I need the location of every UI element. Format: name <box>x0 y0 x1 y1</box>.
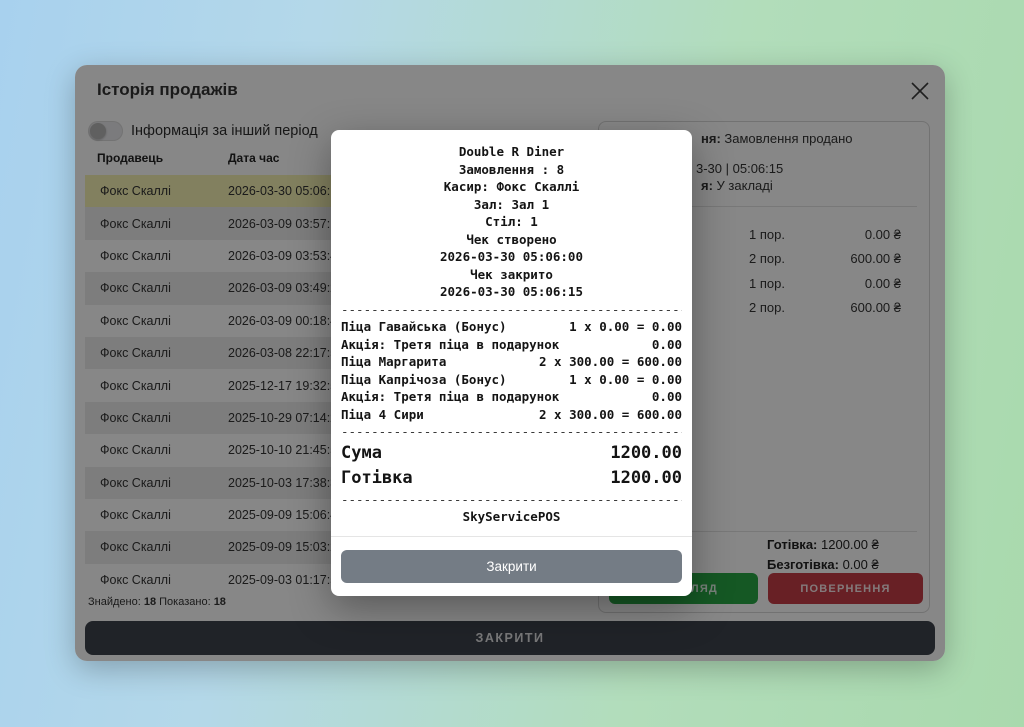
receipt-separator: ----------------------------------------… <box>341 491 682 509</box>
receipt-header-line: Double R Diner <box>341 143 682 161</box>
receipt-separator: ----------------------------------------… <box>341 423 682 441</box>
row-seller: Фокс Скаллі <box>85 508 228 522</box>
other-period-toggle-label: Інформація за інший період <box>131 123 318 139</box>
receipt-item-line: Піца Гавайська (Бонус) 1 x 0.00 = 0.00 <box>341 318 682 336</box>
row-datetime: 2026-03-08 22:17:51 <box>228 346 344 360</box>
row-seller: Фокс Скаллі <box>85 443 228 457</box>
row-datetime: 2026-03-09 03:57:17 <box>228 217 344 231</box>
row-seller: Фокс Скаллі <box>85 346 228 360</box>
row-seller: Фокс Скаллі <box>85 217 228 231</box>
receipt-item-amount: 0.00 <box>652 336 682 354</box>
receipt-header-line: 2026-03-30 05:06:00 <box>341 248 682 266</box>
row-seller: Фокс Скаллі <box>85 184 228 198</box>
item-price: 0.00 ₴ <box>865 276 929 291</box>
row-seller: Фокс Скаллі <box>85 411 228 425</box>
order-status-line: ня: Замовлення продано <box>701 131 853 146</box>
modal-close-button[interactable]: Закрити <box>341 550 682 583</box>
receipt-item-line: Акція: Третя піца в подарунок 0.00 <box>341 336 682 354</box>
row-seller: Фокс Скаллі <box>85 573 228 587</box>
other-period-toggle[interactable] <box>88 121 123 141</box>
row-datetime: 2025-12-17 19:32:53 <box>228 379 344 393</box>
receipt-item-amount: 1 x 0.00 = 0.00 <box>569 318 682 336</box>
row-datetime: 2026-03-09 00:18:44 <box>228 314 344 328</box>
receipt-item-amount: 2 x 300.00 = 600.00 <box>539 353 682 371</box>
dialog-close-label: ЗАКРИТИ <box>476 631 545 645</box>
receipt-header-line: 2026-03-30 05:06:15 <box>341 283 682 301</box>
receipt-brand: SkyServicePOS <box>341 508 682 526</box>
row-datetime: 2026-03-09 03:49:22 <box>228 281 344 295</box>
cash-total: Готівка: 1200.00 ₴ <box>767 537 879 552</box>
row-datetime: 2025-09-09 15:06:45 <box>228 508 344 522</box>
receipt-item-name: Піца Гавайська (Бонус) <box>341 318 507 336</box>
receipt-item-name: Піца Капрічоза (Бонус) <box>341 371 507 389</box>
dialog-close-button[interactable]: ЗАКРИТИ <box>85 621 935 655</box>
receipt-total-label: Сума <box>341 441 382 466</box>
receipt-item-name: Акція: Третя піца в подарунок <box>341 388 559 406</box>
receipt-item-line: Піца Капрічоза (Бонус) 1 x 0.00 = 0.00 <box>341 371 682 389</box>
receipt-item-name: Піца Маргарита <box>341 353 446 371</box>
toggle-knob <box>90 123 106 139</box>
shown-count: 18 <box>214 596 226 608</box>
receipt-item-name: Акція: Третя піца в подарунок <box>341 336 559 354</box>
row-datetime: 2025-10-03 17:38:34 <box>228 476 344 490</box>
receipt-header: Double R DinerЗамовлення : 8Касир: Фокс … <box>341 143 682 301</box>
item-quantity: 1 пор. <box>749 276 785 291</box>
receipt-item-amount: 2 x 300.00 = 600.00 <box>539 406 682 424</box>
receipt-total-value: 1200.00 <box>610 466 682 491</box>
row-seller: Фокс Скаллі <box>85 249 228 263</box>
item-quantity: 2 пор. <box>749 251 785 266</box>
receipt-items: Піца Гавайська (Бонус) 1 x 0.00 = 0.00 А… <box>341 318 682 423</box>
row-datetime: 2025-10-10 21:45:52 <box>228 443 344 457</box>
receipt-item-name: Піца 4 Сири <box>341 406 424 424</box>
receipt-header-line: Касир: Фокс Скаллі <box>341 178 682 196</box>
order-datetime-line: 3-30 | 05:06:15 <box>696 161 783 176</box>
column-header-datetime: Дата час <box>228 151 279 165</box>
receipt-total-line: Сума 1200.00 <box>341 441 682 466</box>
row-datetime: 2025-09-03 01:17:58 <box>228 573 344 587</box>
receipt-item-line: Акція: Третя піца в подарунок 0.00 <box>341 388 682 406</box>
receipt-header-line: Чек закрито <box>341 266 682 284</box>
page-title: Історія продажів <box>97 80 238 100</box>
receipt-totals: Сума 1200.00 Готівка 1200.00 <box>341 441 682 491</box>
row-seller: Фокс Скаллі <box>85 281 228 295</box>
receipt-item-line: Піца Маргарита 2 x 300.00 = 600.00 <box>341 353 682 371</box>
receipt-header-line: Замовлення : 8 <box>341 161 682 179</box>
receipt-item-line: Піца 4 Сири 2 x 300.00 = 600.00 <box>341 406 682 424</box>
row-datetime: 2025-09-09 15:03:25 <box>228 540 344 554</box>
row-datetime: 2026-03-30 05:06:15 <box>228 184 344 198</box>
receipt-modal: Double R DinerЗамовлення : 8Касир: Фокс … <box>331 130 692 596</box>
receipt-header-line: Стіл: 1 <box>341 213 682 231</box>
receipt-header-line: Чек створено <box>341 231 682 249</box>
item-quantity: 1 пор. <box>749 227 785 242</box>
item-price: 600.00 ₴ <box>850 300 929 315</box>
found-count: 18 <box>144 596 156 608</box>
results-summary: Знайдено: 18 Показано: 18 <box>88 596 226 608</box>
row-seller: Фокс Скаллі <box>85 379 228 393</box>
close-icon[interactable] <box>908 79 932 103</box>
other-period-toggle-row: Інформація за інший період <box>88 121 318 141</box>
receipt-item-amount: 1 x 0.00 = 0.00 <box>569 371 682 389</box>
receipt-header-line: Зал: Зал 1 <box>341 196 682 214</box>
cashless-total: Безготівка: 0.00 ₴ <box>767 557 879 572</box>
item-price: 600.00 ₴ <box>850 251 929 266</box>
order-type-line: я: У закладі <box>701 178 773 193</box>
receipt-total-line: Готівка 1200.00 <box>341 466 682 491</box>
item-quantity: 2 пор. <box>749 300 785 315</box>
row-seller: Фокс Скаллі <box>85 540 228 554</box>
receipt-item-amount: 0.00 <box>652 388 682 406</box>
modal-divider <box>331 536 692 537</box>
column-header-seller: Продавець <box>97 151 163 165</box>
item-price: 0.00 ₴ <box>865 227 929 242</box>
receipt-separator: ----------------------------------------… <box>341 301 682 319</box>
return-button[interactable]: ПОВЕРНЕННЯ <box>768 573 923 604</box>
row-seller: Фокс Скаллі <box>85 476 228 490</box>
receipt-total-value: 1200.00 <box>610 441 682 466</box>
receipt-total-label: Готівка <box>341 466 413 491</box>
row-seller: Фокс Скаллі <box>85 314 228 328</box>
row-datetime: 2026-03-09 03:53:45 <box>228 249 344 263</box>
row-datetime: 2025-10-29 07:14:20 <box>228 411 344 425</box>
